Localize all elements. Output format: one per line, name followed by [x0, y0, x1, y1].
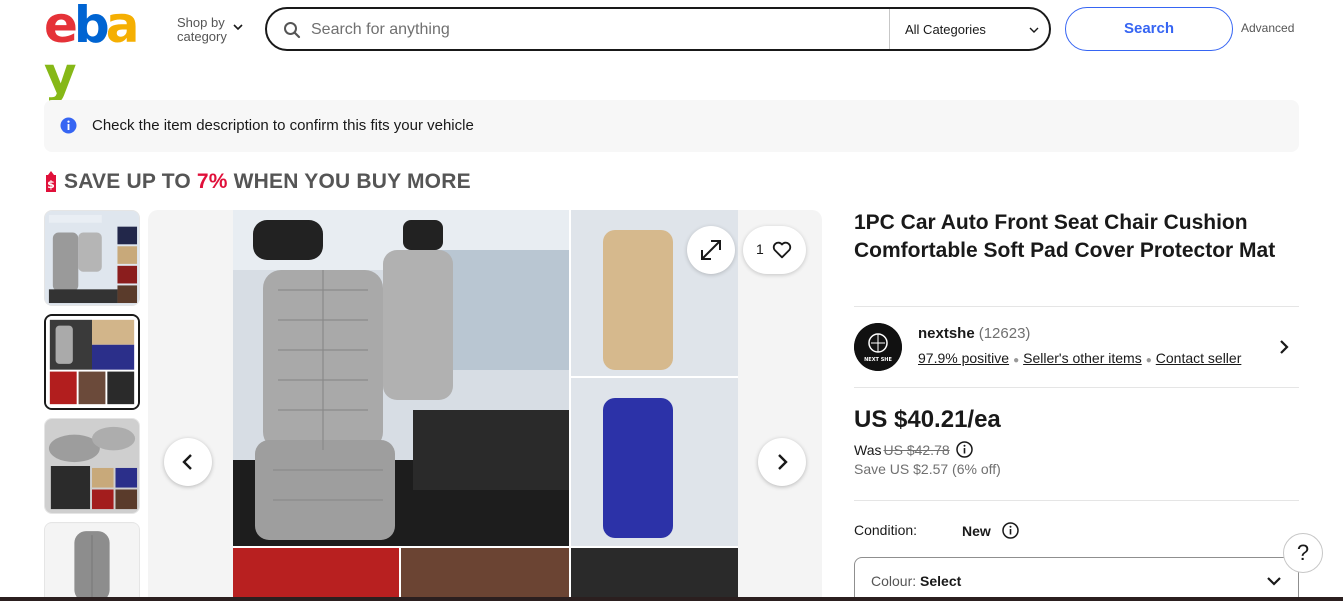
ebay-logo[interactable]: ebay [44, 0, 162, 100]
main-product-image[interactable] [233, 210, 738, 601]
item-price: US $40.21/ea [854, 406, 1001, 433]
thumbnail-1[interactable] [44, 210, 140, 306]
seat-cover-thumbnail-image [45, 419, 139, 513]
next-image-button[interactable] [758, 438, 806, 486]
shop-by-line1: Shop by [177, 15, 225, 30]
chevron-down-icon[interactable] [233, 22, 243, 32]
thumbnail-3[interactable] [44, 418, 140, 514]
seller-name[interactable]: nextshe [918, 325, 975, 342]
search-button[interactable]: Search [1065, 7, 1233, 51]
shop-by-category-button[interactable]: Shop by category [177, 16, 227, 44]
category-select[interactable]: All Categories [905, 22, 986, 37]
previous-image-button[interactable] [164, 438, 212, 486]
divider [854, 306, 1299, 307]
save-prefix: SAVE UP TO [64, 170, 191, 193]
divider [854, 500, 1299, 501]
thumbnail-4[interactable] [44, 522, 140, 601]
condition-label: Condition: [854, 522, 918, 538]
info-icon[interactable] [1002, 522, 1019, 539]
chevron-left-icon [182, 454, 192, 470]
was-label: Was [854, 441, 882, 458]
seller-logo: NEXT SHE [854, 323, 902, 371]
bottom-bar [0, 597, 1343, 601]
logo-letter-e: e [44, 0, 78, 54]
advanced-search-link[interactable]: Advanced [1241, 21, 1294, 35]
search-icon [284, 22, 301, 39]
seller-feedback-count[interactable]: (12623) [979, 325, 1031, 342]
shop-by-line2: category [177, 29, 227, 44]
chevron-down-icon [1267, 577, 1281, 586]
colour-select[interactable]: Colour: Select [854, 557, 1299, 601]
save-percent: 7% [196, 170, 228, 193]
fitment-notice: Check the item description to confirm th… [44, 100, 1299, 152]
was-price: US $42.78 [883, 441, 950, 458]
condition-value: New [962, 523, 991, 539]
item-title: 1PC Car Auto Front Seat Chair Cushion Co… [854, 211, 1276, 262]
seat-cover-thumbnail-image [45, 523, 139, 601]
save-banner: $ SAVE UP TO 7% WHEN YOU BUY MORE [44, 168, 471, 196]
was-price-row: Was US $42.78 [854, 441, 973, 458]
seller-avatar[interactable]: NEXT SHE [854, 323, 902, 371]
savings-text: Save US $2.57 (6% off) [854, 461, 1001, 477]
watch-button[interactable]: 1 [743, 226, 806, 274]
colour-label: Colour: [871, 573, 917, 589]
seller-links: 97.9% positive ● Seller's other items ● Cont… [918, 350, 1241, 366]
svg-text:$: $ [47, 178, 55, 191]
main-image-gallery: 1 [148, 210, 822, 601]
logo-letter-y: y [44, 46, 77, 104]
save-suffix: WHEN YOU BUY MORE [233, 170, 471, 193]
expand-image-button[interactable] [687, 226, 735, 274]
chevron-right-icon [778, 454, 788, 470]
contact-seller-link[interactable]: Contact seller [1156, 350, 1242, 366]
chevron-down-icon[interactable] [1029, 25, 1039, 35]
search-bar: All Categories [265, 7, 1051, 51]
seller-logo-text: NEXT SHE [864, 357, 892, 363]
divider [854, 387, 1299, 388]
seller-positive-link[interactable]: 97.9% positive [918, 350, 1009, 366]
seat-cover-thumbnail-image [46, 316, 138, 408]
category-separator [889, 9, 890, 49]
info-icon[interactable] [955, 441, 973, 458]
logo-letter-b: b [73, 0, 110, 54]
thumbnail-2[interactable] [44, 314, 140, 410]
heart-icon [772, 241, 792, 259]
search-input[interactable] [311, 17, 881, 43]
info-icon [60, 117, 77, 134]
separator-dot: ● [1145, 355, 1152, 366]
logo-letter-a: a [105, 0, 140, 54]
colour-value: Select [920, 573, 962, 589]
colour-select-label: Colour: Select [871, 573, 961, 589]
expand-icon [701, 240, 721, 260]
watch-count: 1 [756, 241, 764, 257]
seat-cover-thumbnail-image [45, 211, 139, 305]
notice-text: Check the item description to confirm th… [92, 117, 474, 134]
help-button[interactable]: ? [1283, 533, 1323, 573]
chevron-right-icon[interactable] [1277, 339, 1291, 355]
seller-name-row: nextshe (12623) [918, 325, 1030, 342]
price-tag-icon: $ [46, 171, 56, 192]
separator-dot: ● [1013, 355, 1020, 366]
seller-other-items-link[interactable]: Seller's other items [1023, 350, 1142, 366]
